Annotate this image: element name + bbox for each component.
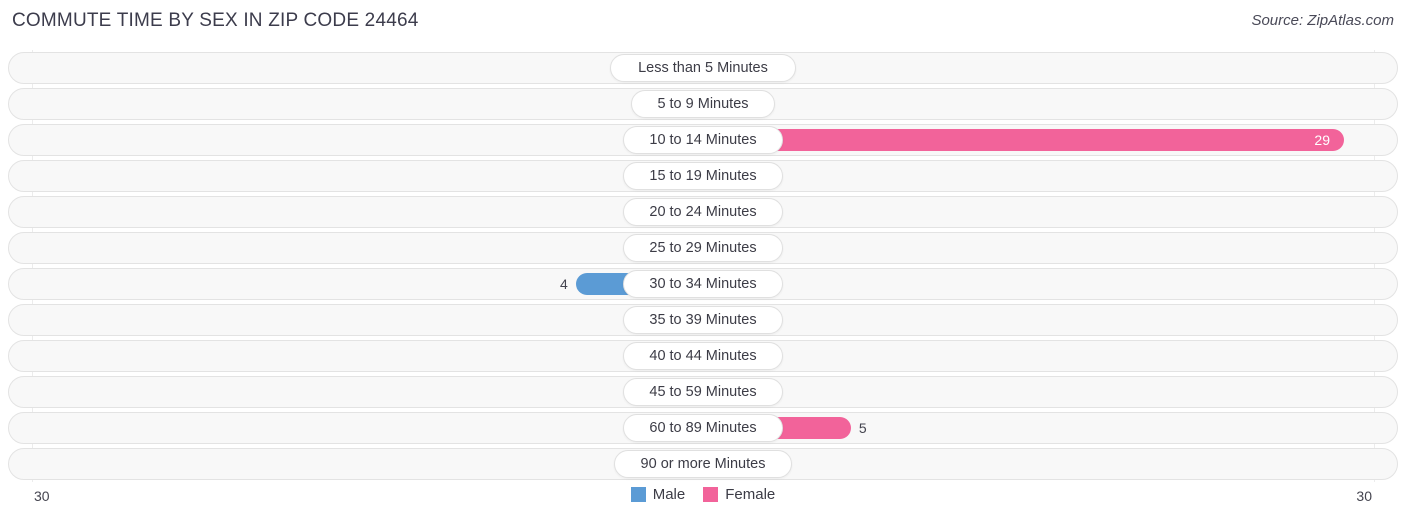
row-bars: 005 to 9 Minutes <box>0 86 1406 122</box>
chart-legend: Male Female <box>0 486 1406 503</box>
category-label: 10 to 14 Minutes <box>622 126 784 154</box>
chart-row: 02910 to 14 Minutes <box>0 122 1406 158</box>
row-bars: 0045 to 59 Minutes <box>0 374 1406 410</box>
legend-item-female[interactable]: Female <box>703 486 775 503</box>
value-label-female: 5 <box>858 420 867 436</box>
chart-rows: 10Less than 5 Minutes005 to 9 Minutes029… <box>0 50 1406 482</box>
chart-row: 0025 to 29 Minutes <box>0 230 1406 266</box>
bar-female[interactable] <box>703 129 1345 151</box>
chart-row: 0090 or more Minutes <box>0 446 1406 482</box>
legend-label-female: Female <box>725 486 776 503</box>
chart-row: 005 to 9 Minutes <box>0 86 1406 122</box>
category-label: 20 to 24 Minutes <box>622 198 784 226</box>
chart-row: 0015 to 19 Minutes <box>0 158 1406 194</box>
row-bars: 0560 to 89 Minutes <box>0 410 1406 446</box>
category-label: 30 to 34 Minutes <box>622 270 784 298</box>
chart-row: 0020 to 24 Minutes <box>0 194 1406 230</box>
page-title: COMMUTE TIME BY SEX IN ZIP CODE 24464 <box>12 10 419 31</box>
chart-row: 0035 to 39 Minutes <box>0 302 1406 338</box>
row-bars: 0035 to 39 Minutes <box>0 302 1406 338</box>
value-label-male: 4 <box>559 276 568 292</box>
category-label: 60 to 89 Minutes <box>622 414 784 442</box>
row-bars: 02910 to 14 Minutes <box>0 122 1406 158</box>
category-label: 40 to 44 Minutes <box>622 342 784 370</box>
value-label-female: 29 <box>1314 132 1330 148</box>
category-label: 35 to 39 Minutes <box>622 306 784 334</box>
chart-footer: 30 30 Male Female <box>0 482 1406 522</box>
category-label: 15 to 19 Minutes <box>622 162 784 190</box>
row-bars: 0020 to 24 Minutes <box>0 194 1406 230</box>
row-bars: 4030 to 34 Minutes <box>0 266 1406 302</box>
category-label: 25 to 29 Minutes <box>622 234 784 262</box>
chart-row: 4030 to 34 Minutes <box>0 266 1406 302</box>
category-label: 5 to 9 Minutes <box>630 90 776 118</box>
category-label: Less than 5 Minutes <box>610 54 796 82</box>
row-bars: 0040 to 44 Minutes <box>0 338 1406 374</box>
chart-row: 10Less than 5 Minutes <box>0 50 1406 86</box>
chart-row: 0045 to 59 Minutes <box>0 374 1406 410</box>
category-label: 90 or more Minutes <box>614 450 792 478</box>
legend-item-male[interactable]: Male <box>630 486 686 503</box>
row-bars: 0090 or more Minutes <box>0 446 1406 482</box>
chart-row: 0040 to 44 Minutes <box>0 338 1406 374</box>
source-attribution: Source: ZipAtlas.com <box>1251 12 1394 29</box>
category-label: 45 to 59 Minutes <box>622 378 784 406</box>
chart-row: 0560 to 89 Minutes <box>0 410 1406 446</box>
chart-header: COMMUTE TIME BY SEX IN ZIP CODE 24464 So… <box>0 0 1406 44</box>
row-bars: 0025 to 29 Minutes <box>0 230 1406 266</box>
legend-swatch-female <box>703 487 719 502</box>
legend-label-male: Male <box>652 486 686 503</box>
row-bars: 10Less than 5 Minutes <box>0 50 1406 86</box>
legend-swatch-male <box>630 487 646 502</box>
row-bars: 0015 to 19 Minutes <box>0 158 1406 194</box>
